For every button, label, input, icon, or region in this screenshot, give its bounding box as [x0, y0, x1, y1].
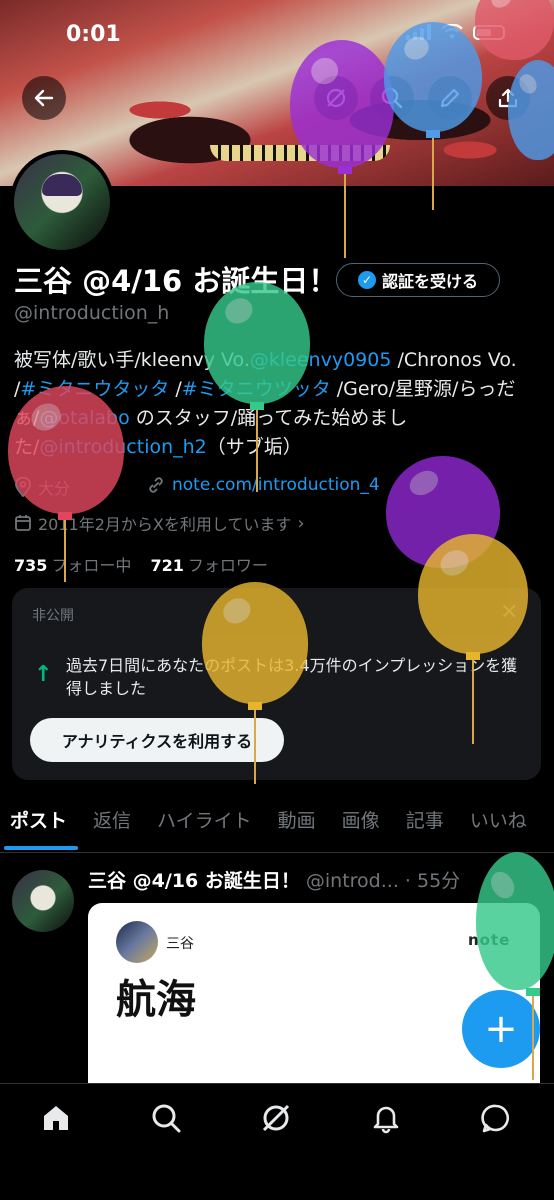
balloon-knot	[250, 402, 264, 410]
messages-icon[interactable]	[476, 1098, 516, 1138]
compose-post-button[interactable]: +	[462, 990, 540, 1068]
tab-posts[interactable]: ポスト	[0, 800, 80, 852]
search-icon[interactable]	[146, 1098, 186, 1138]
balloon-green	[204, 282, 310, 404]
balloon-string	[344, 174, 346, 258]
tab-highlights[interactable]: ハイライト	[144, 800, 265, 852]
profile-tabs: ポスト 返信 ハイライト 動画 画像 記事 いいね	[0, 800, 554, 853]
embed-title: 航海	[116, 977, 196, 1023]
get-verified-label: 認証を受ける	[381, 272, 478, 291]
profile-website[interactable]: note.com/introduction_4	[146, 475, 380, 495]
tab-replies[interactable]: 返信	[80, 800, 144, 852]
balloon-knot	[466, 652, 480, 660]
bell-icon[interactable]	[366, 1098, 406, 1138]
home-icon[interactable]	[36, 1098, 76, 1138]
post-avatar[interactable]	[12, 870, 74, 932]
private-label: 非公開	[32, 608, 74, 624]
balloon-string	[256, 410, 258, 492]
following-link[interactable]: 735 フォロー中	[14, 556, 131, 575]
joined-text: 2011年2月からXを利用しています	[38, 515, 292, 534]
embed-author-name: 三谷	[166, 936, 194, 952]
balloon-knot	[58, 512, 72, 520]
calendar-icon	[15, 515, 31, 531]
website-link[interactable]: note.com/introduction_4	[172, 475, 380, 495]
bio-text: /	[169, 378, 182, 400]
chevron-right-icon: ›	[297, 512, 305, 534]
followers-link[interactable]: 721 フォロワー	[151, 556, 268, 575]
balloon-knot	[526, 988, 540, 996]
profile-avatar[interactable]	[10, 150, 114, 254]
following-count: 735	[14, 556, 48, 575]
followers-label: フォロワー	[187, 556, 268, 575]
followers-count: 721	[150, 556, 184, 575]
tab-images[interactable]: 画像	[329, 800, 393, 852]
back-button[interactable]	[22, 76, 66, 120]
balloon-knot	[338, 166, 352, 174]
post-header: 三谷 @4/16 お誕生日！ @introd... · 55分	[88, 866, 460, 893]
balloon-yellow	[418, 534, 528, 654]
balloon-string	[472, 660, 474, 744]
balloon-red	[8, 386, 124, 514]
balloon-blue	[384, 22, 482, 132]
link-icon	[149, 477, 163, 493]
tab-articles[interactable]: 記事	[393, 800, 457, 852]
post-author[interactable]: 三谷 @4/16 お誕生日！	[88, 870, 300, 892]
status-bar-time: 0:01	[66, 22, 121, 47]
embed-author-avatar	[116, 921, 158, 963]
balloon-string	[532, 996, 534, 1080]
arrow-left-icon	[34, 89, 54, 107]
verified-badge-icon: ✓	[357, 271, 376, 289]
balloon-purple	[290, 40, 394, 168]
balloon-knot	[426, 130, 440, 138]
tab-likes[interactable]: いいね	[457, 800, 540, 852]
post-handle-time: @introd... · 55分	[305, 870, 461, 892]
bio-text: （サブ垢）	[206, 436, 302, 458]
balloon-string	[64, 520, 66, 582]
arrow-up-icon: ↑	[34, 662, 53, 687]
bottom-navigation	[0, 1083, 554, 1200]
balloon-string	[432, 138, 434, 210]
balloon-green	[476, 852, 554, 990]
balloon-knot	[248, 702, 262, 710]
grok-icon[interactable]	[256, 1098, 296, 1138]
follow-stats: 735 フォロー中 721 フォロワー	[14, 552, 268, 576]
get-verified-button[interactable]: ✓ 認証を受ける	[336, 263, 500, 297]
balloon-yellow	[202, 582, 308, 704]
balloon-string	[254, 710, 256, 784]
use-analytics-button[interactable]: アナリティクスを利用する	[30, 718, 284, 762]
profile-handle: @introduction_h	[14, 302, 170, 324]
tab-videos[interactable]: 動画	[265, 800, 329, 852]
